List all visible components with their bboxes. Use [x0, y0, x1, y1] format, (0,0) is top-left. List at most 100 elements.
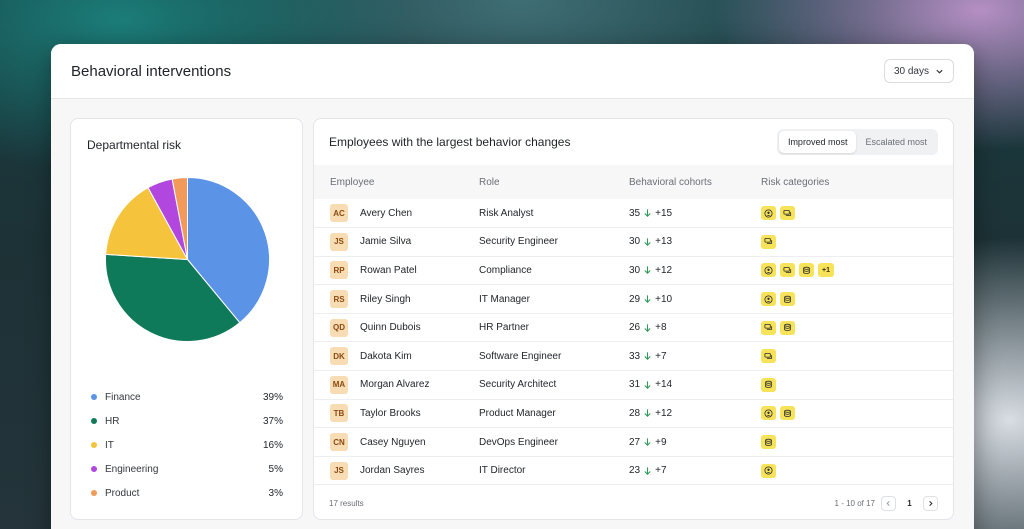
role-cell: HR Partner — [479, 322, 530, 334]
sort-toggle: Improved most Escalated most — [776, 129, 938, 155]
employee-name[interactable]: Dakota Kim — [360, 351, 412, 362]
risk-chip[interactable] — [761, 320, 776, 335]
departmental-risk-panel: Departmental risk Finance 39% HR 37% IT 16% En… — [70, 118, 303, 520]
employee-name[interactable]: Avery Chen — [360, 208, 412, 219]
risk-chip[interactable] — [761, 349, 776, 364]
legend-dot — [91, 490, 97, 496]
employee-name[interactable]: Taylor Brooks — [360, 408, 421, 419]
person-icon — [764, 209, 773, 218]
person-icon — [764, 266, 773, 275]
employees-panel-header: Employees with the largest behavior chan… — [314, 119, 953, 165]
chat-icon — [764, 237, 773, 246]
risk-chip[interactable] — [761, 206, 776, 221]
risk-chip[interactable] — [761, 377, 776, 392]
employee-name[interactable]: Morgan Alvarez — [360, 379, 429, 390]
prev-page-button[interactable] — [881, 496, 896, 511]
tab-escalated-most[interactable]: Escalated most — [856, 131, 936, 153]
avatar: QD — [330, 318, 348, 337]
chevron-left-icon — [886, 500, 890, 507]
table-row[interactable]: TB Taylor Brooks Product Manager 28 +12 — [314, 399, 953, 428]
risk-chip[interactable] — [780, 206, 795, 221]
risk-chip[interactable] — [761, 292, 776, 307]
cohort-cell: 30 +12 — [629, 256, 761, 285]
page-title: Behavioral interventions — [71, 62, 232, 80]
chat-icon — [764, 323, 773, 332]
risk-chip[interactable] — [780, 406, 795, 421]
employee-name[interactable]: Jamie Silva — [360, 236, 411, 247]
employees-panel-title: Employees with the largest behavior chan… — [329, 135, 571, 149]
database-icon — [783, 295, 792, 304]
risk-chip[interactable] — [761, 263, 776, 278]
database-icon — [783, 409, 792, 418]
legend-item-hr: HR 37% — [91, 409, 283, 433]
behavioral-interventions-card: Behavioral interventions 30 days Departm… — [51, 44, 974, 529]
cohort-value: 26 — [629, 322, 641, 334]
employee-cell: CN Casey Nguyen — [314, 428, 479, 457]
risk-chip[interactable] — [761, 234, 776, 249]
table-row[interactable]: AC Avery Chen Risk Analyst 35 +15 — [314, 199, 953, 228]
departmental-risk-pie-chart — [105, 177, 270, 342]
cohort-change: +13 — [655, 236, 673, 248]
avatar: RP — [330, 261, 348, 280]
risk-categories-cell — [761, 342, 953, 371]
avatar: MA — [330, 375, 348, 394]
employee-name[interactable]: Jordan Sayres — [360, 465, 424, 476]
employee-name[interactable]: Quinn Dubois — [360, 322, 421, 333]
risk-more-chip[interactable]: +1 — [818, 263, 834, 278]
risk-chip[interactable] — [780, 263, 795, 278]
table-row[interactable]: CN Casey Nguyen DevOps Engineer 27 +9 — [314, 428, 953, 457]
role-cell: DevOps Engineer — [479, 436, 558, 448]
table-footer: 17 results 1 - 10 of 17 1 — [314, 488, 953, 519]
legend-item-finance: Finance 39% — [91, 385, 283, 409]
table-row[interactable]: DK Dakota Kim Software Engineer 33 +7 — [314, 342, 953, 371]
risk-chip[interactable] — [761, 406, 776, 421]
cohort-cell: 26 +8 — [629, 313, 761, 342]
risk-categories-cell — [761, 228, 953, 257]
column-header-role[interactable]: Role — [479, 165, 629, 199]
legend-dot — [91, 466, 97, 472]
column-header-cohorts[interactable]: Behavioral cohorts — [629, 165, 761, 199]
page-number-button[interactable]: 1 — [902, 496, 917, 511]
role-cell: Risk Analyst — [479, 207, 534, 219]
tab-improved-most[interactable]: Improved most — [778, 131, 857, 153]
risk-chip[interactable] — [780, 292, 795, 307]
table-row[interactable]: JS Jamie Silva Security Engineer 30 +13 — [314, 228, 953, 257]
table-row[interactable]: JS Jordan Sayres IT Director 23 +7 — [314, 456, 953, 485]
legend-item-engineering: Engineering 5% — [91, 457, 283, 481]
table-row[interactable]: QD Quinn Dubois HR Partner 26 +8 — [314, 313, 953, 342]
cohort-change: +8 — [655, 322, 667, 334]
risk-chip[interactable] — [761, 435, 776, 450]
employee-name[interactable]: Rowan Patel — [360, 265, 417, 276]
table-row[interactable]: MA Morgan Alvarez Security Architect 31 +14 — [314, 371, 953, 400]
chat-icon — [783, 209, 792, 218]
risk-chip[interactable] — [799, 263, 814, 278]
cohort-cell: 35 +15 — [629, 199, 761, 228]
results-count: 17 results — [329, 499, 364, 508]
role-cell: Software Engineer — [479, 350, 562, 362]
table-row[interactable]: RS Riley Singh IT Manager 29 +10 — [314, 285, 953, 314]
table-row[interactable]: RP Rowan Patel Compliance 30 +12 +1 — [314, 256, 953, 285]
risk-chip[interactable] — [780, 320, 795, 335]
column-header-risk[interactable]: Risk categories — [761, 165, 953, 199]
employee-name[interactable]: Riley Singh — [360, 294, 411, 305]
risk-categories-cell — [761, 399, 953, 428]
cohort-cell: 28 +12 — [629, 399, 761, 428]
legend-percent: 5% — [268, 463, 283, 475]
table-header-row: Employee Role Behavioral cohorts Risk ca… — [314, 165, 953, 199]
legend-label: IT — [105, 439, 114, 451]
avatar: JS — [330, 232, 348, 251]
employee-name[interactable]: Casey Nguyen — [360, 437, 426, 448]
cohort-value: 33 — [629, 350, 641, 362]
employee-cell: QD Quinn Dubois — [314, 313, 479, 342]
next-page-button[interactable] — [923, 496, 938, 511]
role-cell: Product Manager — [479, 407, 556, 419]
date-range-select[interactable]: 30 days — [883, 59, 954, 83]
arrow-down-icon — [644, 352, 651, 361]
risk-chip[interactable] — [761, 463, 776, 478]
column-header-employee[interactable]: Employee — [314, 165, 479, 199]
cohort-value: 23 — [629, 465, 641, 477]
role-cell: Security Engineer — [479, 236, 558, 248]
arrow-down-icon — [644, 238, 651, 246]
legend-label: Finance — [105, 391, 141, 403]
role-cell: IT Director — [479, 465, 526, 477]
